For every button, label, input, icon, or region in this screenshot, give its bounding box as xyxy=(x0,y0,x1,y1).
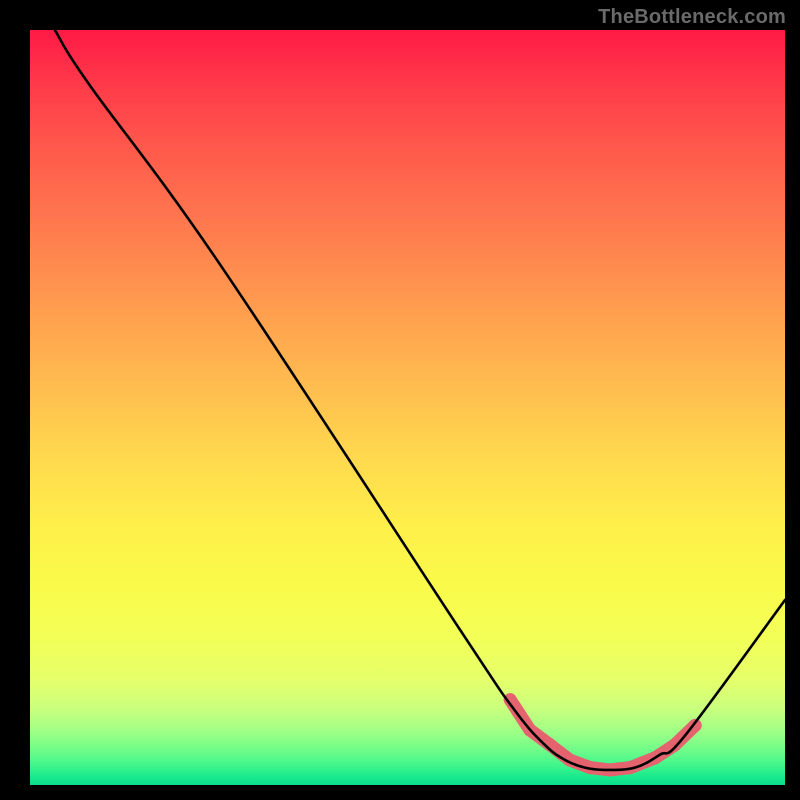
chart-svg xyxy=(30,30,785,785)
watermark-text: TheBottleneck.com xyxy=(598,6,786,29)
black-curve-path xyxy=(55,30,785,770)
chart-stage: TheBottleneck.com xyxy=(0,0,800,800)
plot-area xyxy=(30,30,785,785)
